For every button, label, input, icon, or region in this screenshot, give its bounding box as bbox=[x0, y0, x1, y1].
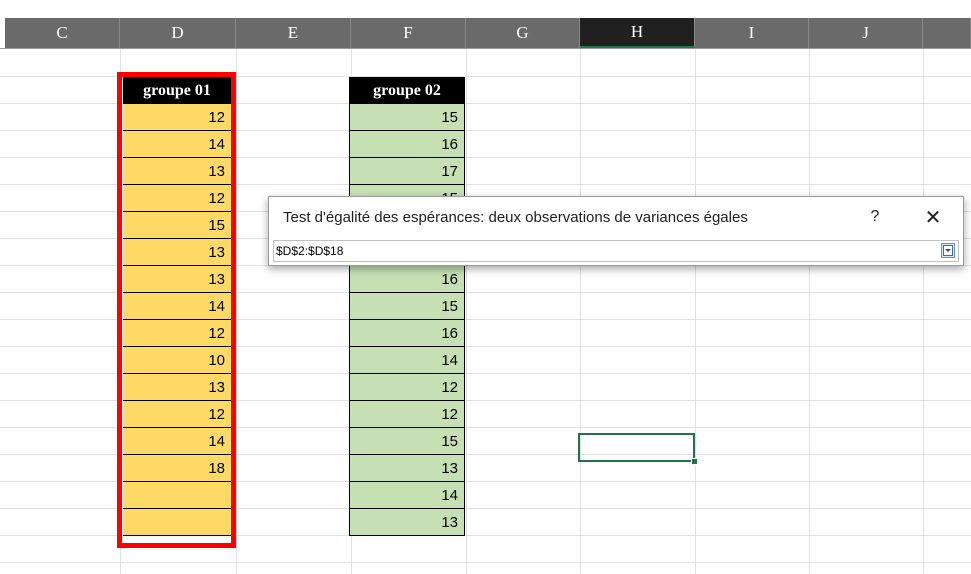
group1-cell[interactable]: 12 bbox=[123, 104, 231, 131]
group1-cell[interactable]: 18 bbox=[123, 455, 231, 482]
group1-cell[interactable]: 13 bbox=[123, 239, 231, 266]
group1-cell[interactable]: 12 bbox=[123, 401, 231, 428]
range-input[interactable] bbox=[276, 242, 936, 260]
column-header-j[interactable]: J bbox=[809, 18, 923, 48]
group2-cell[interactable]: 17 bbox=[349, 158, 465, 185]
expand-dialog-button[interactable] bbox=[941, 243, 955, 258]
group1-cell[interactable]: 14 bbox=[123, 131, 231, 158]
group2-cell[interactable]: 16 bbox=[349, 266, 465, 293]
grid-row-line bbox=[0, 562, 971, 563]
header-divider bbox=[0, 48, 971, 49]
group1-cell[interactable] bbox=[123, 509, 231, 536]
column-header-c[interactable]: C bbox=[5, 18, 120, 48]
group2-cell[interactable]: 12 bbox=[349, 401, 465, 428]
group1-cell[interactable]: 10 bbox=[123, 347, 231, 374]
column-header-e[interactable]: E bbox=[236, 18, 351, 48]
group1-cell[interactable]: 15 bbox=[123, 212, 231, 239]
group2-cell[interactable]: 15 bbox=[349, 104, 465, 131]
range-field[interactable] bbox=[273, 240, 959, 262]
grid-column-line bbox=[120, 49, 121, 574]
group2-cell[interactable]: 14 bbox=[349, 482, 465, 509]
group2-header-cell[interactable]: groupe 02 bbox=[349, 77, 465, 104]
column-header-next[interactable] bbox=[923, 18, 971, 48]
group2-cell[interactable]: 12 bbox=[349, 374, 465, 401]
grid-column-line bbox=[923, 49, 924, 574]
grid-column-line bbox=[809, 49, 810, 574]
group2-cell[interactable]: 13 bbox=[349, 509, 465, 536]
grid-column-line bbox=[236, 49, 237, 574]
expand-dialog-icon bbox=[943, 245, 953, 256]
grid-column-line bbox=[580, 49, 581, 574]
ribbon-edge bbox=[0, 0, 971, 18]
group2-cell[interactable]: 16 bbox=[349, 320, 465, 347]
column-header-g[interactable]: G bbox=[466, 18, 580, 48]
group2-cell[interactable]: 14 bbox=[349, 347, 465, 374]
group1-cell[interactable]: 13 bbox=[123, 266, 231, 293]
column-header-h[interactable]: H bbox=[580, 18, 695, 48]
group2-cell[interactable]: 16 bbox=[349, 131, 465, 158]
fill-handle[interactable] bbox=[691, 458, 698, 465]
help-button[interactable]: ? bbox=[863, 205, 887, 229]
group1-header-cell[interactable]: groupe 01 bbox=[123, 77, 231, 104]
group2-cell[interactable]: 13 bbox=[349, 455, 465, 482]
column-header-d[interactable]: D bbox=[120, 18, 236, 48]
ttest-range-dialog: Test d'égalité des espérances: deux obse… bbox=[268, 196, 964, 266]
grid-column-line bbox=[466, 49, 467, 574]
group1-cell[interactable]: 12 bbox=[123, 185, 231, 212]
group1-cell[interactable]: 12 bbox=[123, 320, 231, 347]
close-button[interactable]: ✕ bbox=[919, 205, 947, 229]
group1-cell[interactable]: 13 bbox=[123, 158, 231, 185]
group1-cell[interactable]: 14 bbox=[123, 428, 231, 455]
group2-cell[interactable]: 15 bbox=[349, 293, 465, 320]
group1-cell[interactable]: 13 bbox=[123, 374, 231, 401]
group2-cell[interactable]: 15 bbox=[349, 428, 465, 455]
group1-cell[interactable] bbox=[123, 482, 231, 509]
grid-column-line bbox=[695, 49, 696, 574]
column-header-f[interactable]: F bbox=[351, 18, 466, 48]
active-cell-selection[interactable] bbox=[578, 433, 695, 462]
column-header-i[interactable]: I bbox=[695, 18, 809, 48]
dialog-title: Test d'égalité des espérances: deux obse… bbox=[283, 209, 748, 226]
group1-cell[interactable]: 14 bbox=[123, 293, 231, 320]
